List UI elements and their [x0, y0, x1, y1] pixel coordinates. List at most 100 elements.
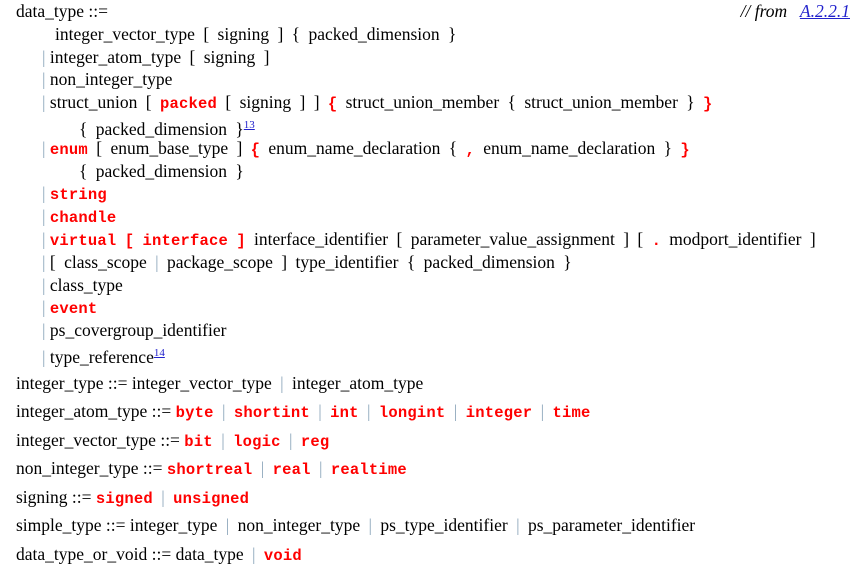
nonterminal-data_type: data_type	[175, 543, 244, 564]
nonterminal-class_type: class_type	[49, 274, 123, 295]
terminal-symbol: }	[703, 95, 713, 114]
alternation-bar: |	[280, 372, 284, 393]
alternation-bar: |	[516, 515, 520, 536]
terminal-symbol: }	[680, 140, 690, 159]
keyword-integer: integer	[465, 404, 533, 423]
keyword-interface: interface	[142, 231, 228, 250]
keyword-enum: enum	[49, 140, 88, 159]
nonterminal-interface_identifier: interface_identifier	[254, 228, 389, 249]
terminal-symbol: .	[651, 231, 661, 250]
meta-symbol: }	[563, 251, 572, 272]
nonterminal-type_identifier: type_identifier	[295, 251, 399, 272]
alternation-bar: |	[368, 515, 372, 536]
footnote-ref-14[interactable]: 14	[154, 347, 165, 359]
nonterminal-signing: signing	[239, 92, 292, 113]
production-lhs: data_type_or_void	[16, 543, 148, 564]
production-alternative: | type_reference14	[0, 342, 860, 367]
alternation-bar: |	[42, 69, 46, 90]
terminal-symbol: ]	[236, 231, 246, 250]
meta-symbol: ]	[299, 92, 306, 113]
nonterminal-struct_union_member: struct_union_member	[524, 92, 678, 113]
production-lhs: integer_type	[16, 372, 104, 393]
alternation-bar: |	[42, 183, 46, 204]
production-lhs: data_type	[16, 1, 85, 21]
keyword-unsigned: unsigned	[173, 489, 250, 508]
nonterminal-integer_atom_type: integer_atom_type	[292, 372, 424, 393]
alternation-bar: |	[42, 92, 46, 113]
meta-symbol: ]	[277, 23, 284, 44]
production-alternative: { packed_dimension }13	[0, 114, 860, 139]
source-note-comment: // from	[740, 1, 788, 21]
nonterminal-packed_dimension: packed_dimension	[95, 160, 227, 181]
alternation-bar: |	[251, 543, 256, 564]
footnote-ref-13[interactable]: 13	[244, 119, 255, 131]
assign-operator: ::=	[142, 458, 163, 479]
production-data_type_or_void: data_type_or_void ::= data_type | void	[0, 540, 860, 569]
keyword-realtime: realtime	[330, 461, 407, 480]
production-lhs: non_integer_type	[16, 458, 139, 479]
production-alternative: | virtual [ interface ] interface_identi…	[0, 228, 860, 251]
alternation-bar: |	[42, 297, 46, 318]
alternation-bar: |	[367, 401, 371, 422]
source-note: // from A.2.2.1	[741, 0, 850, 23]
production-alternative: integer_vector_type [ signing ] { packed…	[0, 23, 860, 46]
nonterminal-signing: signing	[217, 23, 270, 44]
meta-symbol: ]	[809, 228, 816, 249]
alternation-bar: |	[42, 346, 46, 367]
meta-symbol: ]	[236, 137, 243, 158]
alternation-bar: |	[288, 429, 293, 450]
production-alternative: | [ class_scope | package_scope ] type_i…	[0, 251, 860, 274]
keyword-int: int	[330, 404, 359, 423]
production-lhs: integer_atom_type	[16, 401, 148, 422]
production-lhs: signing	[16, 486, 68, 507]
nonterminal-struct_union_member: struct_union_member	[345, 92, 500, 113]
nonterminal-type_reference: type_reference	[49, 346, 154, 367]
alternation-bar: |	[42, 274, 46, 295]
terminal-symbol: [	[124, 231, 135, 250]
meta-symbol: ]	[313, 92, 320, 113]
keyword-shortint: shortint	[233, 404, 310, 423]
nonterminal-enum_name_declaration: enum_name_declaration	[483, 137, 656, 158]
nonterminal-integer_type: integer_type	[129, 515, 218, 536]
cross-reference-link[interactable]: A.2.2.1	[800, 1, 850, 21]
meta-symbol: [	[637, 228, 644, 249]
keyword-virtual: virtual	[49, 231, 117, 250]
alternation-bar: |	[42, 320, 46, 341]
alternation-bar: |	[161, 486, 165, 507]
terminal-symbol: {	[250, 140, 260, 159]
meta-symbol: [	[203, 23, 210, 44]
production-head: data_type ::=	[0, 0, 860, 23]
production-integer_vector_type: integer_vector_type ::= bit | logic | re…	[0, 426, 860, 455]
meta-symbol: ]	[263, 46, 270, 67]
assign-operator: ::=	[71, 486, 92, 507]
nonterminal-packed_dimension: packed_dimension	[423, 251, 555, 272]
keyword-logic: logic	[233, 432, 281, 451]
production-alternative: | string	[0, 182, 860, 205]
production-alternative: | ps_covergroup_identifier	[0, 319, 860, 342]
keyword-reg: reg	[300, 432, 330, 451]
alternation-bar: |	[42, 251, 46, 272]
production-integer_atom_type: integer_atom_type ::= byte | shortint | …	[0, 397, 860, 426]
production-alternative: | struct_union [ packed [ signing ] ] { …	[0, 91, 860, 114]
nonterminal-ps_type_identifier: ps_type_identifier	[380, 515, 508, 536]
alternation-bar: |	[221, 401, 226, 422]
production-alternative: | enum [ enum_base_type ] { enum_name_de…	[0, 137, 860, 160]
meta-symbol: ]	[623, 228, 630, 249]
production-list: integer_type ::= integer_vector_type | i…	[0, 365, 860, 569]
keyword-chandle: chandle	[49, 209, 117, 228]
nonterminal-signing: signing	[203, 46, 256, 67]
meta-symbol: [	[145, 92, 152, 113]
keyword-void: void	[263, 546, 302, 565]
nonterminal-class_scope: class_scope	[64, 251, 147, 272]
nonterminal-integer_vector_type: integer_vector_type	[55, 23, 195, 44]
keyword-time: time	[552, 404, 591, 423]
production-lhs: integer_vector_type	[16, 429, 156, 450]
keyword-packed: packed	[159, 95, 217, 114]
keyword-longint: longint	[378, 404, 446, 423]
nonterminal-packed_dimension: packed_dimension	[308, 23, 440, 44]
keyword-real: real	[272, 461, 311, 480]
nonterminal-enum_name_declaration: enum_name_declaration	[268, 137, 441, 158]
alternation-bar: |	[318, 458, 323, 479]
meta-symbol: }	[663, 137, 673, 158]
nonterminal-integer_vector_type: integer_vector_type	[131, 372, 272, 393]
